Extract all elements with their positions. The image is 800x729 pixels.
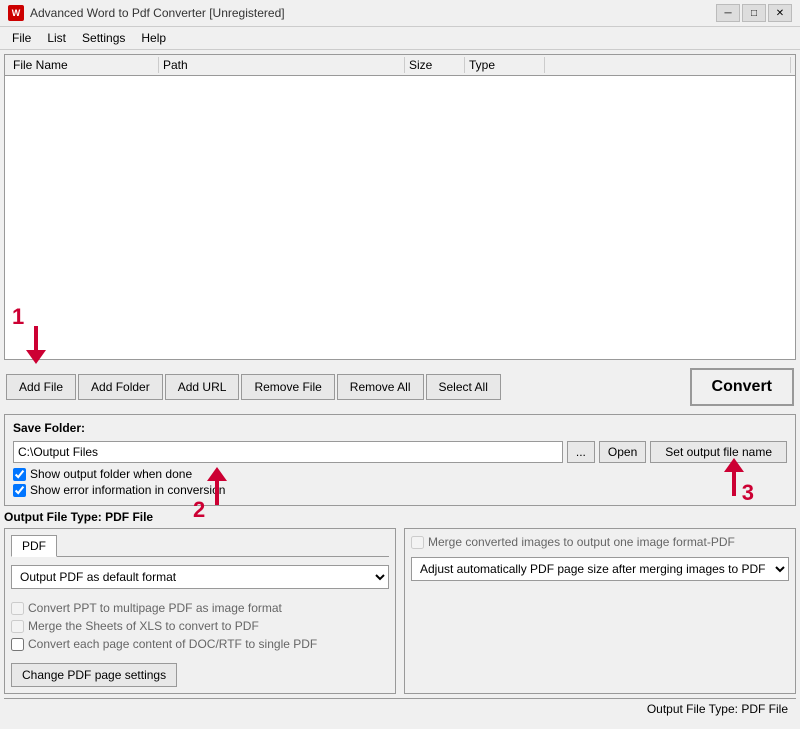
close-button[interactable]: ✕ [768, 4, 792, 22]
add-file-button[interactable]: Add File [6, 374, 76, 400]
menu-list[interactable]: List [39, 29, 74, 47]
col-size: Size [405, 57, 465, 73]
file-list-container: File Name Path Size Type [4, 54, 796, 360]
option-convert-ppt: Convert PPT to multipage PDF as image fo… [11, 601, 389, 615]
add-url-button[interactable]: Add URL [165, 374, 240, 400]
path-input[interactable] [13, 441, 563, 463]
show-error-info-checkbox[interactable] [13, 484, 26, 497]
convert-ppt-checkbox [11, 602, 24, 615]
output-file-type-title: Output File Type: PDF File [4, 510, 796, 524]
set-output-button[interactable]: Set output file name [650, 441, 787, 463]
save-folder-section: Save Folder: ... Open Set output file na… [4, 414, 796, 506]
browse-button[interactable]: ... [567, 441, 595, 463]
menu-file[interactable]: File [4, 29, 39, 47]
main-window: File Name Path Size Type 1 Add File Add … [0, 50, 800, 723]
output-section-wrapper: Output File Type: PDF File 3 PDF Output … [4, 510, 796, 694]
merge-images-label: Merge converted images to output one ima… [428, 535, 735, 549]
col-path: Path [159, 57, 405, 73]
change-pdf-settings-button[interactable]: Change PDF page settings [11, 663, 177, 687]
annotation-1-arrow [26, 326, 46, 364]
open-button[interactable]: Open [599, 441, 646, 463]
option-merge-xls: Merge the Sheets of XLS to convert to PD… [11, 619, 389, 633]
status-bar: Output File Type: PDF File [4, 698, 796, 719]
minimize-button[interactable]: ─ [716, 4, 740, 22]
save-folder-row: ... Open Set output file name 2 [13, 441, 787, 463]
output-right-panel: Merge converted images to output one ima… [404, 528, 796, 694]
menu-help[interactable]: Help [133, 29, 174, 47]
toolbar-wrapper: 1 Add File Add Folder Add URL Remove Fil… [4, 364, 796, 410]
col-filename: File Name [9, 57, 159, 73]
menu-settings[interactable]: Settings [74, 29, 133, 47]
option-convert-doc: Convert each page content of DOC/RTF to … [11, 637, 389, 651]
col-extra [545, 57, 791, 73]
adjust-select[interactable]: Adjust automatically PDF page size after… [411, 557, 789, 581]
show-error-info-row: Show error information in conversion [13, 483, 787, 497]
merge-xls-checkbox [11, 620, 24, 633]
window-title: Advanced Word to Pdf Converter [Unregist… [30, 6, 285, 20]
annotation-2: 2 [193, 497, 205, 523]
tab-pdf[interactable]: PDF [11, 535, 57, 557]
save-folder-title: Save Folder: [13, 421, 787, 435]
add-folder-button[interactable]: Add Folder [78, 374, 163, 400]
convert-doc-checkbox[interactable] [11, 638, 24, 651]
output-section: PDF Output PDF as default format Output … [4, 528, 796, 694]
tab-bar: PDF [11, 535, 389, 557]
annotation-3-arrow [724, 458, 744, 496]
select-all-button[interactable]: Select All [426, 374, 501, 400]
show-output-folder-row: Show output folder when done [13, 467, 787, 481]
merge-check-row: Merge converted images to output one ima… [411, 535, 789, 549]
status-text: Output File Type: PDF File [647, 702, 788, 716]
format-select[interactable]: Output PDF as default format Output PDF/… [11, 565, 389, 589]
window-controls: ─ □ ✕ [716, 4, 792, 22]
remove-all-button[interactable]: Remove All [337, 374, 424, 400]
app-icon: W [8, 5, 24, 21]
merge-images-checkbox [411, 536, 424, 549]
show-error-info-label: Show error information in conversion [30, 483, 225, 497]
show-output-folder-checkbox[interactable] [13, 468, 26, 481]
maximize-button[interactable]: □ [742, 4, 766, 22]
annotation-1: 1 [12, 304, 24, 330]
file-list-header: File Name Path Size Type [5, 55, 795, 76]
col-type: Type [465, 57, 545, 73]
convert-doc-label: Convert each page content of DOC/RTF to … [28, 637, 317, 651]
remove-file-button[interactable]: Remove File [241, 374, 334, 400]
merge-xls-label: Merge the Sheets of XLS to convert to PD… [28, 619, 259, 633]
toolbar: Add File Add Folder Add URL Remove File … [4, 364, 796, 410]
title-bar: W Advanced Word to Pdf Converter [Unregi… [0, 0, 800, 27]
annotation-2-arrow [207, 467, 227, 505]
convert-ppt-label: Convert PPT to multipage PDF as image fo… [28, 601, 282, 615]
show-output-folder-label: Show output folder when done [30, 467, 192, 481]
file-list-body [5, 76, 795, 358]
menu-bar: File List Settings Help [0, 27, 800, 50]
output-left-panel: PDF Output PDF as default format Output … [4, 528, 396, 694]
convert-button[interactable]: Convert [690, 368, 794, 406]
